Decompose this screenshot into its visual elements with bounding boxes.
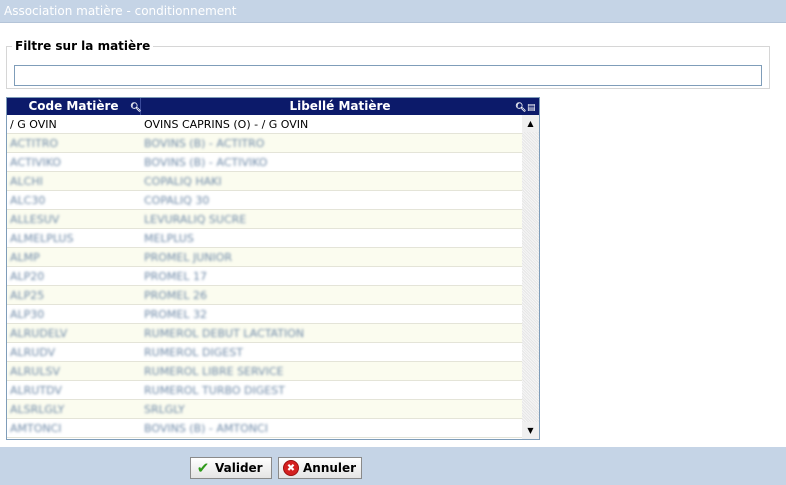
table-row[interactable]: ALC30 COPALIQ 30 [7, 191, 522, 210]
title-bar: Association matière - conditionnement [0, 0, 786, 23]
cell-label: PROMEL 26 [144, 289, 207, 302]
table-row[interactable]: ALP20 PROMEL 17 [7, 267, 522, 286]
cancel-button-label: Annuler [303, 461, 357, 475]
validate-button-label: Valider [215, 461, 263, 475]
cell-code: ALRUDV [10, 346, 56, 359]
table-row[interactable]: ACTIVIKO BOVINS (B) - ACTIVIKO [7, 153, 522, 172]
table-row[interactable]: AMTONCI BOVINS (B) - AMTONCI [7, 419, 522, 438]
cancel-button[interactable]: ✖ Annuler [278, 457, 362, 479]
column-header-label[interactable]: Libellé Matière 🔍︎ ▤ [141, 98, 539, 115]
cell-code: / G OVIN [10, 118, 57, 131]
table-row[interactable]: ALP30 PROMEL 32 [7, 305, 522, 324]
table-row[interactable]: ALMP PROMEL JUNIOR [7, 248, 522, 267]
cell-code: ALRUTDV [10, 384, 62, 397]
column-header-code[interactable]: Code Matière 🔍︎ [7, 98, 141, 115]
cell-label: PROMEL 32 [144, 308, 207, 321]
column-header-label-label: Libellé Matière [289, 99, 391, 113]
validate-button[interactable]: ✔ Valider [190, 457, 272, 479]
table-row[interactable]: ALP25 PROMEL 26 [7, 286, 522, 305]
filter-input[interactable] [14, 65, 762, 86]
table-row[interactable]: ACTITRO BOVINS (B) - ACTITRO [7, 134, 522, 153]
cell-label: BOVINS (B) - ACTITRO [144, 137, 265, 150]
cell-label: BOVINS (B) - AMTONCI [144, 422, 268, 435]
cell-code: ALLESUV [10, 213, 60, 226]
arrow-down-icon[interactable]: ▼ [522, 422, 539, 439]
dialog-content: Filtre sur la matière Code Matière 🔍︎ Li… [0, 23, 786, 447]
cell-label: RUMEROL LIBRE SERVICE [144, 365, 284, 378]
cell-code: ALSRLGLY [10, 403, 65, 416]
dialog-footer: ✔ Valider ✖ Annuler [0, 447, 786, 485]
cell-code: ACTITRO [10, 137, 58, 150]
table-row[interactable]: ALRUDELV RUMEROL DEBUT LACTATION [7, 324, 522, 343]
cell-code: ALP25 [10, 289, 45, 302]
table-row[interactable]: ALRULSV RUMEROL LIBRE SERVICE [7, 362, 522, 381]
cell-code: ALCHI [10, 175, 43, 188]
arrow-up-icon[interactable]: ▲ [522, 115, 539, 132]
cell-code: ALRULSV [10, 365, 60, 378]
table-row[interactable]: ALLESUV LEVURALIQ SUCRE [7, 210, 522, 229]
grid-header: Code Matière 🔍︎ Libellé Matière 🔍︎ ▤ [7, 98, 539, 115]
table-row[interactable]: ALSRLGLY SRLGLY [7, 400, 522, 419]
cell-label: RUMEROL DIGEST [144, 346, 243, 359]
cell-code: ALRUDELV [10, 327, 68, 340]
window-title: Association matière - conditionnement [4, 4, 237, 18]
cell-code: ALMP [10, 251, 40, 264]
cell-label: PROMEL 17 [144, 270, 207, 283]
cell-code: ALMELPLUS [10, 232, 74, 245]
cell-code: ALC30 [10, 194, 46, 207]
table-row[interactable]: / G OVIN OVINS CAPRINS (O) - / G OVIN [7, 115, 522, 134]
cell-code: ACTIVIKO [10, 156, 62, 169]
vertical-scrollbar[interactable]: ▲ ▼ [522, 115, 539, 439]
materials-grid: Code Matière 🔍︎ Libellé Matière 🔍︎ ▤ / G… [6, 97, 540, 440]
table-row[interactable]: ALCHI COPALIQ HAKI [7, 172, 522, 191]
cell-label: RUMEROL TURBO DIGEST [144, 384, 285, 397]
cell-label: RUMEROL DEBUT LACTATION [144, 327, 305, 340]
grid-rows: / G OVIN OVINS CAPRINS (O) - / G OVIN ACTI… [7, 115, 522, 439]
cell-label: COPALIQ 30 [144, 194, 210, 207]
check-icon: ✔ [196, 459, 210, 477]
cell-label: PROMEL JUNIOR [144, 251, 233, 264]
cell-code: AMTONCI [10, 422, 62, 435]
table-row[interactable]: ALRUDV RUMEROL DIGEST [7, 343, 522, 362]
table-row[interactable]: ALRUTDV RUMEROL TURBO DIGEST [7, 381, 522, 400]
cell-label: COPALIQ HAKI [144, 175, 222, 188]
table-row[interactable]: ALMELPLUS MELPLUS [7, 229, 522, 248]
column-header-code-label: Code Matière [28, 99, 119, 113]
filter-legend: Filtre sur la matière [15, 39, 151, 53]
cell-code: ALP20 [10, 270, 45, 283]
cell-label: SRLGLY [144, 403, 185, 416]
cell-label: MELPLUS [144, 232, 194, 245]
cell-label: BOVINS (B) - ACTIVIKO [144, 156, 268, 169]
filter-group: Filtre sur la matière [6, 39, 770, 89]
cell-label: LEVURALIQ SUCRE [144, 213, 247, 226]
cell-label: OVINS CAPRINS (O) - / G OVIN [144, 118, 309, 131]
cell-code: ALP30 [10, 308, 45, 321]
cancel-circle-icon: ✖ [283, 460, 299, 476]
